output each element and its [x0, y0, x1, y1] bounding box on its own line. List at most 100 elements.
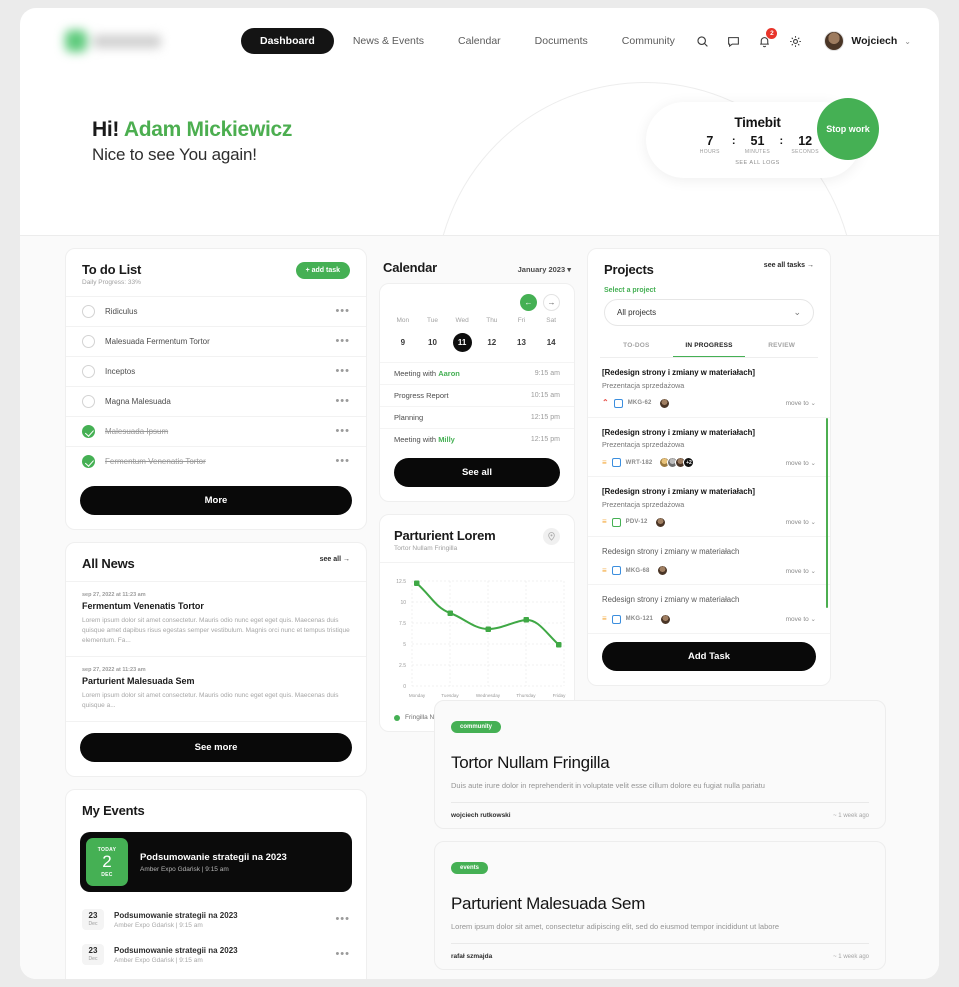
see-all-logs-link[interactable]: SEE ALL LOGS — [654, 160, 861, 166]
featured-event[interactable]: TODAY 2 DEC Podsumowanie strategii na 20… — [80, 832, 352, 893]
calendar-next-icon[interactable]: → — [543, 294, 560, 311]
todo-options-icon[interactable]: ••• — [335, 366, 350, 376]
todo-checkbox-icon[interactable] — [82, 365, 95, 378]
calendar-day-selected[interactable]: 11 — [447, 332, 477, 352]
event-list-item[interactable]: 23 Dec Podsumowanie strategii na 2023 Am… — [66, 972, 366, 979]
todo-options-icon[interactable]: ••• — [335, 426, 350, 436]
tab-review[interactable]: REVIEW — [745, 336, 818, 357]
todo-options-icon[interactable]: ••• — [335, 456, 350, 466]
todo-checkbox-icon[interactable] — [82, 305, 95, 318]
calendar-day[interactable]: 9 — [388, 332, 418, 352]
chat-icon[interactable] — [725, 33, 741, 49]
calendar-event-name: Progress Report — [394, 391, 449, 400]
tab-to-dos[interactable]: TO-DOS — [600, 336, 673, 357]
feed-timestamp: ~ 1 week ago — [833, 812, 869, 819]
priority-medium-icon: ≡ — [602, 457, 607, 467]
calendar-day[interactable]: 12 — [477, 332, 507, 352]
feed-card[interactable]: community Tortor Nullam Fringilla Duis a… — [434, 700, 886, 829]
tab-in-progress[interactable]: IN PROGRESS — [672, 336, 746, 357]
search-icon[interactable] — [694, 33, 710, 49]
todo-item[interactable]: Malesuada Ipsum ••• — [66, 416, 366, 446]
task-row[interactable]: [Redesign strony i zmiany w materiałach]… — [588, 418, 830, 478]
task-row[interactable]: Redesign strony i zmiany w materiałach ≡… — [588, 585, 830, 634]
notifications-bell-icon[interactable]: 2 — [756, 28, 778, 49]
task-meta: ≡ PDV-12 move to ⌄ — [602, 516, 816, 528]
task-row[interactable]: [Redesign strony i zmiany w materiałach]… — [588, 358, 830, 418]
todo-item[interactable]: Magna Malesuada ••• — [66, 386, 366, 416]
todo-checkbox-checked-icon[interactable] — [82, 455, 95, 468]
nav-item-community[interactable]: Community — [607, 28, 690, 54]
todo-checkbox-icon[interactable] — [82, 335, 95, 348]
todo-item[interactable]: Inceptos ••• — [66, 356, 366, 386]
calendar-event-person: Aaron — [438, 369, 460, 378]
calendar-day-number: 13 — [517, 338, 526, 347]
nav-item-calendar[interactable]: Calendar — [443, 28, 516, 54]
calendar-day[interactable]: 13 — [507, 332, 537, 352]
event-options-icon[interactable]: ••• — [335, 914, 350, 924]
right-column: Projects see all tasks → Select a projec… — [587, 248, 831, 686]
add-task-main-button[interactable]: Add Task — [602, 641, 816, 671]
move-to-dropdown[interactable]: move to ⌄ — [786, 567, 816, 575]
calendar-event-row[interactable]: Progress Report 10:15 am — [380, 384, 574, 406]
task-list-scrollbar[interactable] — [825, 418, 828, 608]
nav-item-dashboard[interactable]: Dashboard — [241, 28, 334, 54]
user-menu[interactable]: Wojciech ⌄ — [824, 31, 911, 51]
projects-see-all-link[interactable]: see all tasks → — [764, 262, 814, 269]
task-meta: ≡ MKG-68 move to ⌄ — [602, 565, 816, 577]
calendar-event-row[interactable]: Meeting with Aaron 9:15 am — [380, 362, 574, 384]
calendar-prev-icon[interactable]: ← — [520, 294, 537, 311]
todo-title: To do List — [82, 262, 142, 277]
timebit-colon-1: : — [731, 134, 736, 147]
event-title: Podsumowanie strategii na 2023 — [114, 910, 238, 920]
todo-options-icon[interactable]: ••• — [335, 306, 350, 316]
todo-more-button[interactable]: More — [80, 486, 352, 515]
task-assignees: +2 — [659, 457, 695, 469]
move-to-dropdown[interactable]: move to ⌄ — [786, 459, 816, 467]
calendar-event-person: Milly — [438, 435, 455, 444]
todo-options-icon[interactable]: ••• — [335, 336, 350, 346]
location-pin-icon[interactable] — [543, 528, 560, 545]
todo-checkbox-icon[interactable] — [82, 395, 95, 408]
greeting-line-2: Nice to see You again! — [92, 145, 257, 164]
gear-icon[interactable] — [787, 33, 803, 49]
task-row[interactable]: [Redesign strony i zmiany w materiałach]… — [588, 477, 830, 537]
nav-item-news-events[interactable]: News & Events — [338, 28, 439, 54]
project-select-value: All projects — [617, 308, 657, 317]
move-to-dropdown[interactable]: move to ⌄ — [786, 615, 816, 623]
app-logo[interactable] — [65, 30, 161, 52]
calendar-day[interactable]: 14 — [536, 332, 566, 352]
todo-options-icon[interactable]: ••• — [335, 396, 350, 406]
nav-item-documents[interactable]: Documents — [520, 28, 603, 54]
project-select-dropdown[interactable]: All projects ⌄ — [604, 299, 814, 326]
task-code: MKG-62 — [627, 400, 652, 407]
news-see-all-link[interactable]: see all → — [320, 556, 350, 563]
event-month: Dec — [88, 921, 98, 928]
todo-item[interactable]: Malesuada Fermentum Tortor ••• — [66, 326, 366, 356]
move-to-dropdown[interactable]: move to ⌄ — [786, 399, 816, 407]
timebit-colon-2: : — [779, 134, 784, 147]
news-item[interactable]: sep 27, 2022 at 11:23 am Parturient Male… — [66, 656, 366, 721]
chart-title: Parturient Lorem — [394, 528, 496, 543]
calendar-day[interactable]: 10 — [418, 332, 448, 352]
feed-card[interactable]: events Parturient Malesuada Sem Lorem ip… — [434, 841, 886, 970]
legend-color-swatch — [394, 714, 400, 721]
event-options-icon[interactable]: ••• — [335, 949, 350, 959]
featured-event-title: Podsumowanie strategii na 2023 — [140, 851, 287, 863]
stop-work-button[interactable]: Stop work — [817, 98, 879, 160]
event-month: Dec — [88, 956, 98, 963]
task-row[interactable]: Redesign strony i zmiany w materiałach ≡… — [588, 537, 830, 586]
todo-item[interactable]: Ridiculus ••• — [66, 296, 366, 326]
todo-item[interactable]: Fermentum Venenatis Tortor ••• — [66, 446, 366, 476]
news-see-more-button[interactable]: See more — [80, 733, 352, 763]
todo-checkbox-checked-icon[interactable] — [82, 425, 95, 438]
move-to-dropdown[interactable]: move to ⌄ — [786, 518, 816, 526]
event-list-item[interactable]: 23 Dec Podsumowanie strategii na 2023 Am… — [66, 937, 366, 972]
calendar-event-row[interactable]: Planning 12:15 pm — [380, 406, 574, 428]
calendar-month-selector[interactable]: January 2023 ▾ — [518, 265, 571, 274]
projects-task-list: [Redesign strony i zmiany w materiałach]… — [588, 358, 830, 634]
add-task-button[interactable]: + add task — [295, 262, 350, 279]
event-list-item[interactable]: 23 Dec Podsumowanie strategii na 2023 Am… — [66, 902, 366, 937]
news-item[interactable]: sep 27, 2022 at 11:23 am Fermentum Venen… — [66, 581, 366, 656]
calendar-event-row[interactable]: Meeting with Milly 12:15 pm — [380, 428, 574, 450]
calendar-see-all-button[interactable]: See all — [394, 458, 560, 487]
